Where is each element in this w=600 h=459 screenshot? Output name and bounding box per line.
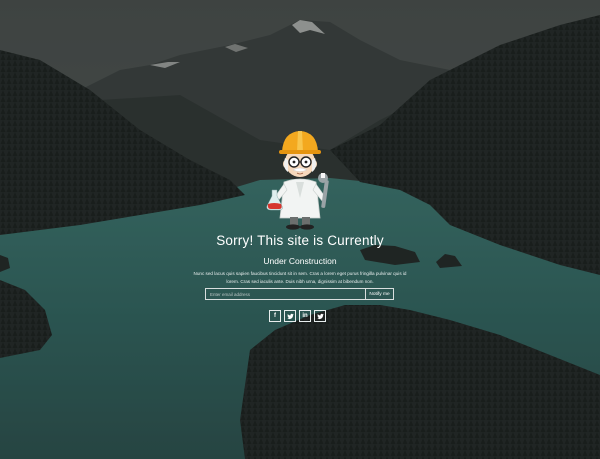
description-text: Nunc sed lacus quis sapien faucibus tinc… — [193, 271, 407, 284]
notify-me-button[interactable]: Notify me — [365, 289, 393, 299]
page-subtitle: Under Construction — [263, 256, 337, 266]
linkedin-link[interactable]: in — [299, 310, 311, 322]
twitter-icon — [286, 313, 294, 319]
email-input[interactable] — [206, 289, 365, 299]
subscribe-form: Notify me — [205, 288, 394, 300]
social-links: f in — [269, 310, 326, 322]
facebook-icon: f — [274, 313, 276, 319]
twitter-link-2[interactable] — [314, 310, 326, 322]
under-construction-panel: Sorry! This site is Currently Under Cons… — [0, 0, 600, 459]
facebook-link[interactable]: f — [269, 310, 281, 322]
linkedin-icon: in — [302, 313, 308, 319]
twitter-icon — [316, 313, 324, 319]
twitter-link[interactable] — [284, 310, 296, 322]
engineer-mascot-icon — [266, 131, 329, 230]
page-title: Sorry! This site is Currently — [216, 233, 384, 248]
